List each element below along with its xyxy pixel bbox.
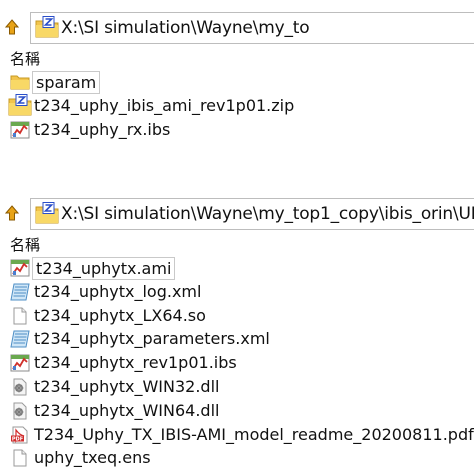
- file-row[interactable]: t234_uphytx_log.xml: [0, 280, 474, 304]
- xml-file-icon: [10, 283, 30, 301]
- file-name[interactable]: t234_uphy_ibis_ami_rev1p01.zip: [32, 95, 296, 116]
- file-name[interactable]: t234_uphy_rx.ibs: [32, 119, 172, 140]
- blank-file-icon: [10, 449, 30, 467]
- file-row[interactable]: t234_uphy_rx.ibs: [0, 118, 474, 142]
- blank-file-icon: [10, 307, 30, 325]
- file-row[interactable]: sparam: [0, 70, 474, 94]
- up-arrow-icon[interactable]: [5, 205, 19, 221]
- chart-file-icon: [10, 121, 30, 139]
- address-bar: X:\SI simulation\Wayne\my_top1_copy\ibis…: [0, 196, 474, 230]
- zip-folder-icon: [35, 16, 59, 38]
- file-name[interactable]: uphy_txeq.ens: [32, 447, 153, 468]
- file-row[interactable]: t234_uphytx_parameters.xml: [0, 327, 474, 351]
- address-path[interactable]: X:\SI simulation\Wayne\my_to: [61, 17, 310, 39]
- file-name[interactable]: sparam: [32, 71, 101, 94]
- file-row[interactable]: t234_uphytx_WIN64.dll: [0, 399, 474, 423]
- column-header-name[interactable]: 名稱: [0, 48, 474, 70]
- address-path[interactable]: X:\SI simulation\Wayne\my_top1_copy\ibis…: [61, 203, 474, 225]
- explorer-pane-bottom: X:\SI simulation\Wayne\my_top1_copy\ibis…: [0, 196, 474, 469]
- address-field[interactable]: X:\SI simulation\Wayne\my_to: [30, 12, 474, 44]
- file-row[interactable]: T234_Uphy_TX_IBIS-AMI_model_readme_20200…: [0, 423, 474, 447]
- file-name[interactable]: t234_uphytx_parameters.xml: [32, 328, 272, 349]
- pdf-file-icon: [10, 426, 30, 444]
- file-row[interactable]: t234_uphytx.ami: [0, 256, 474, 280]
- chart-file-icon: [10, 354, 30, 372]
- file-row[interactable]: uphy_txeq.ens: [0, 446, 474, 469]
- file-name[interactable]: t234_uphytx_LX64.so: [32, 305, 208, 326]
- zip-folder-icon: [35, 202, 59, 224]
- column-header-name[interactable]: 名稱: [0, 234, 474, 256]
- address-field[interactable]: X:\SI simulation\Wayne\my_top1_copy\ibis…: [30, 198, 474, 230]
- dll-file-icon: [10, 378, 30, 396]
- xml-file-icon: [10, 330, 30, 348]
- file-name[interactable]: T234_Uphy_TX_IBIS-AMI_model_readme_20200…: [32, 424, 474, 445]
- chart-file-icon: [10, 259, 30, 277]
- dll-file-icon: [10, 402, 30, 420]
- file-name[interactable]: t234_uphytx_WIN64.dll: [32, 400, 221, 421]
- file-name[interactable]: t234_uphytx_WIN32.dll: [32, 376, 221, 397]
- up-arrow-icon[interactable]: [5, 19, 19, 35]
- file-row[interactable]: t234_uphy_ibis_ami_rev1p01.zip: [0, 94, 474, 118]
- file-row[interactable]: t234_uphytx_rev1p01.ibs: [0, 351, 474, 375]
- file-row[interactable]: t234_uphytx_LX64.so: [0, 304, 474, 328]
- address-bar: X:\SI simulation\Wayne\my_to: [0, 10, 474, 44]
- file-row[interactable]: t234_uphytx_WIN32.dll: [0, 375, 474, 399]
- file-name[interactable]: t234_uphytx.ami: [32, 257, 176, 280]
- explorer-pane-top: X:\SI simulation\Wayne\my_to 名稱 sparam t…: [0, 10, 474, 160]
- file-name[interactable]: t234_uphytx_rev1p01.ibs: [32, 352, 239, 373]
- folder-icon: [10, 73, 30, 91]
- file-name[interactable]: t234_uphytx_log.xml: [32, 281, 203, 302]
- zip-folder-icon: [8, 94, 32, 116]
